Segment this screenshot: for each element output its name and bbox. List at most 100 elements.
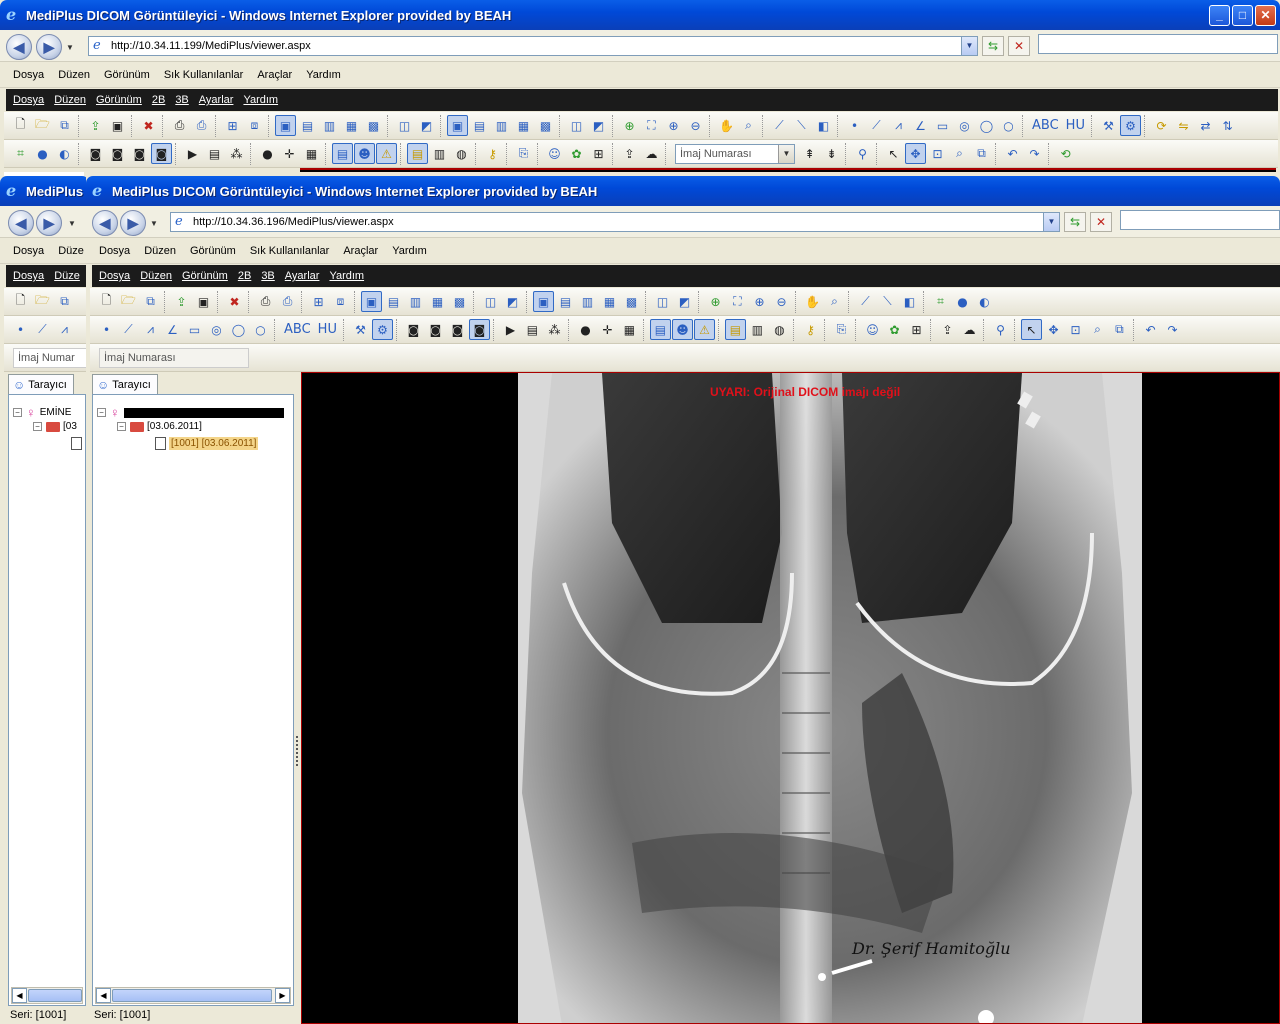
back-arrow-icon[interactable]: ◀: [6, 34, 32, 60]
scroll-thumb[interactable]: [112, 989, 272, 1002]
polyline-icon[interactable]: ⩘: [54, 319, 75, 340]
undo-icon[interactable]: ↶: [1140, 319, 1161, 340]
app-menu-dosya[interactable]: Dosya: [8, 270, 49, 282]
film-strip-icon[interactable]: ▥: [747, 319, 768, 340]
middle-tab-tarayici[interactable]: ☺ Tarayıcı: [8, 374, 74, 394]
preset-2-icon[interactable]: ◙: [107, 143, 128, 164]
scroll-left-icon[interactable]: ◀: [12, 988, 27, 1003]
window-preset-icon[interactable]: ⟍: [791, 115, 812, 136]
layout-1x2-icon[interactable]: ▤: [297, 115, 318, 136]
send-icon[interactable]: ⇪: [937, 319, 958, 340]
menu-sik-kullanilanlar[interactable]: Sık Kullanılanlar: [157, 69, 251, 81]
zoom-out-icon[interactable]: ⊖: [685, 115, 706, 136]
back-arrow-icon[interactable]: ◀: [92, 210, 118, 236]
sphere-icon[interactable]: ●: [32, 143, 53, 164]
preset-4-icon[interactable]: ◙: [151, 143, 172, 164]
series-1x1-icon[interactable]: ▣: [533, 291, 554, 312]
hu-icon[interactable]: HU: [1063, 115, 1088, 136]
series-page-icon[interactable]: ◫: [652, 291, 673, 312]
text-annotation-icon[interactable]: ABC: [1029, 115, 1062, 136]
scroll-left-icon[interactable]: ◀: [96, 988, 111, 1003]
cine-icon[interactable]: ▶: [500, 319, 521, 340]
window-level-icon[interactable]: ⟋: [769, 115, 790, 136]
redo-icon[interactable]: ↷: [1162, 319, 1183, 340]
ruler-icon[interactable]: ⚒: [350, 319, 371, 340]
series-2x1-icon[interactable]: ▥: [577, 291, 598, 312]
front-tree-hscroll[interactable]: ◀ ▶: [95, 987, 291, 1004]
app-menu-dosya[interactable]: Dosya: [8, 94, 49, 106]
fit-icon[interactable]: ⛶: [727, 291, 748, 312]
forward-arrow-icon[interactable]: ▶: [36, 210, 62, 236]
sort-up-icon[interactable]: ⇞: [799, 143, 820, 164]
probe-icon[interactable]: ⚲: [990, 319, 1011, 340]
crosshair-icon[interactable]: ✛: [597, 319, 618, 340]
annotation-settings-icon[interactable]: ⚙: [1119, 115, 1141, 136]
shade-icon[interactable]: ◐: [974, 291, 995, 312]
point-icon[interactable]: •: [96, 319, 117, 340]
app-menu-dosya[interactable]: Dosya: [94, 270, 135, 282]
layout-1x2-icon[interactable]: ▤: [383, 291, 404, 312]
series-1x2-icon[interactable]: ▤: [469, 115, 490, 136]
stop-icon[interactable]: ✕: [1008, 36, 1030, 56]
menu-dosya[interactable]: Dosya: [92, 245, 137, 257]
page-sync-icon[interactable]: ◩: [502, 291, 523, 312]
freehand-icon[interactable]: ◎: [206, 319, 227, 340]
move-icon[interactable]: ✥: [1043, 319, 1064, 340]
user-icon[interactable]: ☺: [544, 143, 565, 164]
page-sync-icon[interactable]: ◩: [416, 115, 437, 136]
series-sync-icon[interactable]: ◩: [588, 115, 609, 136]
open-icon[interactable]: 🗁: [32, 115, 53, 136]
circle-icon[interactable]: ○: [250, 319, 271, 340]
send-icon[interactable]: ⇪: [619, 143, 640, 164]
zoom-in-icon[interactable]: ⊕: [749, 291, 770, 312]
back-image-number-combo[interactable]: İmaj Numarası ▼: [675, 143, 795, 164]
collapse-icon[interactable]: −: [13, 408, 22, 417]
magnify-green-icon[interactable]: ⊕: [619, 115, 640, 136]
grid-icon[interactable]: ▦: [301, 143, 322, 164]
middle-image-number-combo[interactable]: İmaj Numar: [13, 347, 89, 368]
menu-gorunum[interactable]: Görünüm: [97, 69, 157, 81]
shade-icon[interactable]: ◐: [54, 143, 75, 164]
tree-node-series[interactable]: [1001] [03.06.2011]: [155, 437, 259, 450]
sphere-icon[interactable]: ●: [952, 291, 973, 312]
probe-icon[interactable]: ⚲: [852, 143, 873, 164]
network-icon[interactable]: ⁂: [544, 319, 565, 340]
export-icon[interactable]: ⇪: [85, 115, 106, 136]
address-dropdown-icon[interactable]: ▼: [961, 37, 977, 55]
history-dropdown-icon[interactable]: ▼: [150, 219, 158, 228]
print-icon[interactable]: ⎙: [255, 291, 276, 312]
point-icon[interactable]: •: [10, 319, 31, 340]
history-dropdown-icon[interactable]: ▼: [68, 219, 76, 228]
layout-3x3-icon[interactable]: ▩: [449, 291, 470, 312]
menu-duzen[interactable]: Düzen: [51, 69, 97, 81]
sort-down-icon[interactable]: ⇟: [821, 143, 842, 164]
layout-2x1-icon[interactable]: ▥: [405, 291, 426, 312]
print-preview-icon[interactable]: ⎙: [277, 291, 298, 312]
quad-grid-icon[interactable]: ⊞: [588, 143, 609, 164]
invert-icon[interactable]: ◧: [813, 115, 834, 136]
info-panel-icon[interactable]: ▤: [332, 143, 353, 164]
tree-node-study[interactable]: − [03: [33, 421, 77, 432]
bulb-icon[interactable]: ●: [257, 143, 278, 164]
page-icon[interactable]: ◫: [394, 115, 415, 136]
grid-icon[interactable]: ▦: [619, 319, 640, 340]
forward-arrow-icon[interactable]: ▶: [120, 210, 146, 236]
film-icon[interactable]: ▤: [204, 143, 225, 164]
collapse-icon[interactable]: −: [117, 422, 126, 431]
reset-icon[interactable]: ⟲: [1055, 143, 1076, 164]
layout-1x1-icon[interactable]: ▣: [361, 291, 382, 312]
annotation-settings-icon[interactable]: ⚙: [371, 319, 393, 340]
app-menu-yardim[interactable]: Yardım: [324, 270, 369, 282]
front-window-titlebar[interactable]: e MediPlus DICOM Görüntüleyici - Windows…: [86, 176, 1280, 206]
series-3x3-icon[interactable]: ▩: [621, 291, 642, 312]
layout-2x2-icon[interactable]: ▦: [427, 291, 448, 312]
text-annotation-icon[interactable]: ABC: [281, 319, 314, 340]
magnifier-icon[interactable]: ⌕: [824, 291, 845, 312]
app-menu-duzen[interactable]: Düze: [49, 270, 85, 282]
forward-arrow-icon[interactable]: ▶: [36, 34, 62, 60]
export-icon[interactable]: ⇪: [171, 291, 192, 312]
save-icon[interactable]: ▣: [193, 291, 214, 312]
attach-icon[interactable]: ⎘: [513, 143, 534, 164]
series-1x1-icon[interactable]: ▣: [447, 115, 468, 136]
circle-icon[interactable]: ○: [998, 115, 1019, 136]
